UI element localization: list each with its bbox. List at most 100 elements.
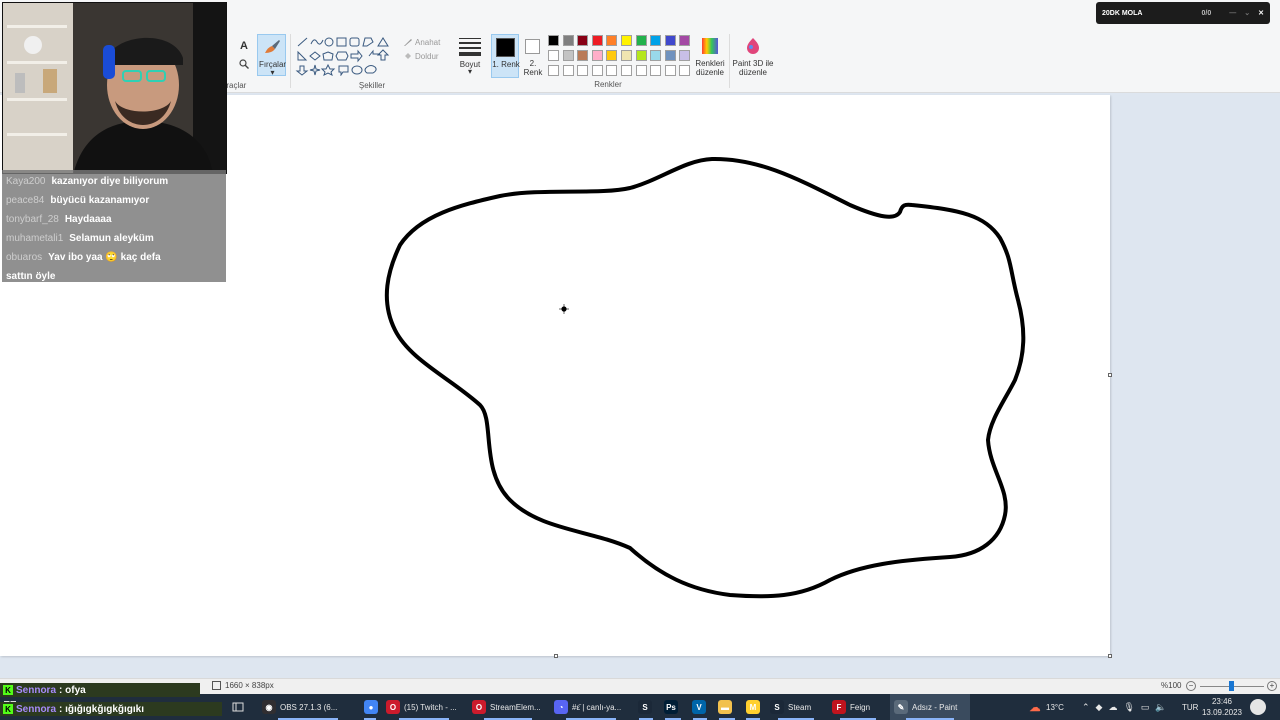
chrome-icon: ● [364, 700, 378, 714]
taskbar-app-button[interactable]: F Feign [828, 694, 888, 720]
chat-message: peace84 büyücü kazanamıyor [6, 191, 222, 210]
palette-swatch[interactable] [679, 65, 691, 76]
taskbar-app-button[interactable]: M [742, 694, 764, 720]
palette-swatch[interactable] [591, 65, 603, 76]
palette-swatch[interactable] [577, 50, 589, 61]
palette-swatch[interactable] [650, 50, 662, 61]
bottom-chat-line-2: K Sennora : ığığıgkğıgkğıgıkı [0, 702, 222, 716]
size-group: Boyut ▾ [455, 0, 485, 93]
taskbar-app-button[interactable]: ● [360, 694, 380, 720]
zoom-slider-thumb[interactable] [1229, 681, 1234, 691]
bottom-chat-user: Sennora [16, 703, 57, 715]
palette-swatch[interactable] [621, 65, 632, 76]
taskbar-app-button[interactable]: ▬ [714, 694, 740, 720]
taskbar-app-button[interactable]: O (15) Twitch - ... [382, 694, 466, 720]
language-indicator[interactable]: TUR [1182, 694, 1198, 720]
palette-swatch[interactable] [679, 35, 691, 46]
palette-swatch[interactable] [562, 65, 574, 76]
palette-swatch[interactable] [606, 65, 618, 76]
minimize-icon[interactable]: — [1229, 10, 1236, 17]
chat-text: Yav ibo yaa 🙄 kaç defa [48, 252, 161, 263]
palette-swatch[interactable] [548, 35, 559, 46]
palette-swatch[interactable] [664, 50, 676, 61]
palette-swatch[interactable] [562, 50, 574, 61]
colors-group-label: Renkler [594, 80, 622, 89]
resize-handle-bottom[interactable] [554, 654, 558, 658]
taskbar-app-button[interactable]: ✎ Adsız - Paint [890, 694, 970, 720]
edit-colors-button[interactable]: Renkleri düzenle [694, 36, 726, 80]
network-icon[interactable]: ▭ [1141, 702, 1150, 713]
color2-button[interactable]: 2. Renk [520, 34, 546, 78]
chevron-up-icon[interactable]: ⌃ [1082, 702, 1090, 713]
taskbar-app-label: StreamElem... [490, 702, 541, 712]
opera-icon: O [472, 700, 486, 714]
palette-swatch[interactable] [577, 35, 589, 46]
chat-username: Kaya200 [6, 176, 46, 187]
palette-swatch[interactable] [664, 35, 676, 46]
palette-swatch[interactable] [606, 50, 618, 61]
taskbar-app-button[interactable]: S [634, 694, 658, 720]
palette-swatch[interactable] [635, 50, 647, 61]
palette-swatch[interactable] [591, 50, 603, 61]
brushes-button[interactable]: Fırçalar ▾ [257, 34, 286, 77]
size-button[interactable]: Boyut ▾ [455, 36, 485, 76]
outline-icon[interactable] [402, 36, 414, 48]
chat-message: tonybarf_28 Haydaaaa [6, 210, 222, 229]
palette-swatch[interactable] [635, 65, 647, 76]
taskbar-app-button[interactable]: Ps [660, 694, 686, 720]
bottom-chat-user: Sennora [16, 684, 57, 696]
zoom-out-button[interactable]: − [1186, 681, 1196, 691]
palette-swatch[interactable] [679, 50, 691, 61]
outline-label[interactable]: Anahat [415, 38, 440, 47]
miro-icon: M [746, 700, 760, 714]
weather-widget[interactable]: ☁ 13°C [1024, 694, 1072, 720]
canvas-size-icon [212, 681, 221, 690]
close-icon[interactable]: ✕ [1258, 9, 1264, 17]
palette-swatch[interactable] [577, 65, 589, 76]
clock[interactable]: 23:46 13.09.2023 [1200, 696, 1244, 718]
text-tool-icon[interactable]: A [238, 40, 250, 52]
shapes-gallery[interactable] [295, 36, 395, 77]
taskbar-app-button[interactable]: ◔ #ε̈ | canlı-ya... [550, 694, 632, 720]
zoom-in-button[interactable]: + [1267, 681, 1277, 691]
taskbar-app-label: #ε̈ | canlı-ya... [572, 702, 622, 712]
taskbar-app-button[interactable]: O StreamElem... [468, 694, 548, 720]
brushes-group: Fırçalar ▾ [257, 0, 287, 93]
taskbar-app-button[interactable]: ◉ OBS 27.1.3 (6... [258, 694, 358, 720]
fill-icon[interactable] [402, 50, 414, 62]
vscode-icon: V [692, 700, 706, 714]
cloud-icon[interactable]: ☁ [1108, 702, 1117, 713]
palette-swatch[interactable] [635, 35, 647, 46]
palette-swatch[interactable] [606, 35, 618, 46]
chat-username: tonybarf_28 [6, 214, 59, 225]
palette-swatch[interactable] [621, 35, 632, 46]
dropbox-icon[interactable]: ◆ [1096, 702, 1103, 713]
palette-swatch[interactable] [548, 50, 559, 61]
taskbar-app-button[interactable]: V [688, 694, 712, 720]
resize-handle-corner[interactable] [1108, 654, 1112, 658]
palette-swatch[interactable] [664, 65, 676, 76]
color1-button[interactable]: 1. Renk [491, 34, 520, 78]
palette-swatch[interactable] [621, 50, 632, 61]
edit-colors-label: Renkleri düzenle [695, 59, 725, 77]
magnifier-icon[interactable] [238, 58, 250, 70]
microphone-icon[interactable]: 🎙 [1123, 702, 1134, 713]
taskbar-app-label: (15) Twitch - ... [404, 702, 457, 712]
palette-swatch[interactable] [548, 65, 559, 76]
palette-swatch[interactable] [562, 35, 574, 46]
palette-swatch[interactable] [591, 35, 603, 46]
chat-message: Kaya200 kazanıyor diye biliyorum [6, 172, 222, 191]
fill-label[interactable]: Doldur [415, 52, 439, 61]
palette-swatch[interactable] [650, 35, 662, 46]
task-view-button[interactable] [228, 694, 252, 720]
paint3d-button[interactable]: Paint 3D ile düzenle [733, 36, 773, 80]
taskbar-app-label: Feign [850, 702, 871, 712]
notification-icon[interactable] [1250, 699, 1266, 715]
taskbar-app-button[interactable]: S Steam [766, 694, 826, 720]
chevron-down-icon[interactable]: ⌄ [1244, 9, 1250, 17]
resize-handle-right[interactable] [1108, 373, 1112, 377]
speaker-icon[interactable]: 🔈 [1155, 702, 1166, 713]
palette-swatch[interactable] [650, 65, 662, 76]
chat-text: kazanıyor diye biliyorum [51, 176, 169, 187]
crosshair-cursor-icon [559, 304, 569, 314]
